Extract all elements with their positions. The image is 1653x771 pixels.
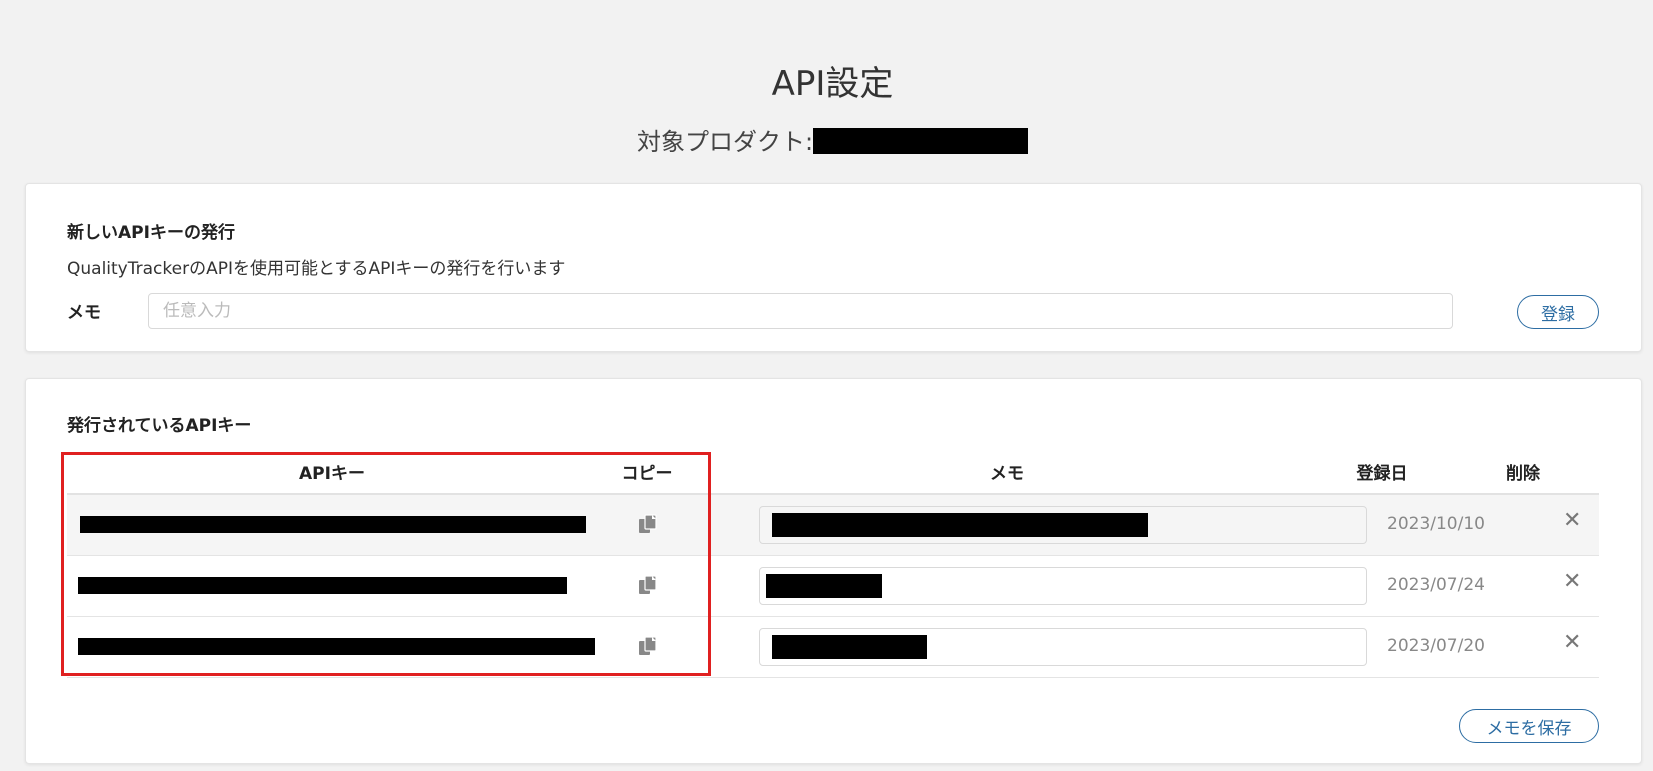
register-button[interactable]: 登録: [1517, 295, 1599, 329]
memo-label: メモ: [67, 303, 101, 323]
table-row: 2023/10/10 ✕: [67, 495, 1599, 556]
row-date: 2023/10/10: [1387, 514, 1485, 534]
api-keys-table: APIキー コピー メモ 登録日 削除 2023/10/10 ✕ 2023/07…: [67, 449, 1599, 678]
row-memo-input[interactable]: [759, 628, 1367, 666]
new-api-key-card: 新しいAPIキーの発行 QualityTrackerのAPIを使用可能とするAP…: [25, 183, 1642, 352]
table-row: 2023/07/24 ✕: [67, 556, 1599, 617]
copy-icon[interactable]: [637, 513, 659, 535]
redacted-product-name: [813, 128, 1029, 154]
row-date: 2023/07/24: [1387, 575, 1485, 595]
page-title: API設定: [771, 64, 894, 104]
row-memo-input[interactable]: [759, 567, 1367, 605]
copy-icon[interactable]: [637, 635, 659, 657]
table-row: 2023/07/20 ✕: [67, 617, 1599, 678]
target-product-label: 対象プロダクト:: [636, 128, 814, 156]
delete-icon[interactable]: ✕: [1563, 571, 1581, 593]
target-product: 対象プロダクト:: [0, 122, 1653, 157]
delete-icon[interactable]: ✕: [1563, 632, 1581, 654]
redacted-api-key: [78, 577, 567, 594]
new-api-key-description: QualityTrackerのAPIを使用可能とするAPIキーの発行を行います: [67, 259, 566, 279]
column-header-api-key: APIキー: [299, 464, 365, 484]
column-header-date: 登録日: [1356, 464, 1408, 484]
redacted-memo: [766, 574, 882, 598]
redacted-memo: [772, 635, 927, 659]
column-header-copy: コピー: [621, 464, 673, 484]
save-memo-button[interactable]: メモを保存: [1459, 709, 1599, 743]
redacted-api-key: [78, 638, 595, 655]
delete-icon[interactable]: ✕: [1563, 510, 1581, 532]
column-header-delete: 削除: [1506, 464, 1540, 484]
memo-input[interactable]: [148, 293, 1453, 329]
row-memo-input[interactable]: [759, 506, 1367, 544]
issued-api-keys-card: 発行されているAPIキー APIキー コピー メモ 登録日 削除 2023/10…: [25, 378, 1642, 764]
redacted-memo: [772, 513, 1148, 537]
issued-api-keys-heading: 発行されているAPIキー: [67, 416, 252, 436]
new-api-key-heading: 新しいAPIキーの発行: [67, 223, 235, 243]
redacted-api-key: [80, 516, 586, 533]
copy-icon[interactable]: [637, 574, 659, 596]
table-header: APIキー コピー メモ 登録日 削除: [67, 449, 1599, 495]
row-date: 2023/07/20: [1387, 636, 1485, 656]
column-header-memo: メモ: [990, 464, 1024, 484]
